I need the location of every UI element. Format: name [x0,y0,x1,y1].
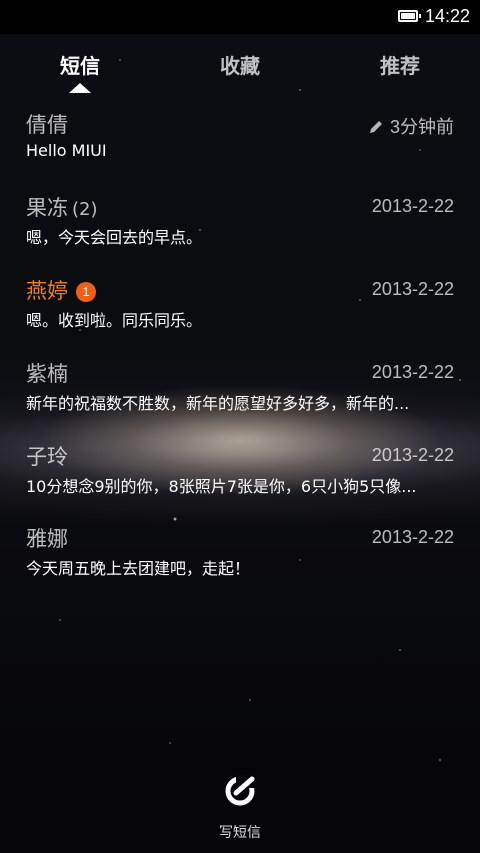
conversation-time: 2013-2-22 [371,362,454,382]
compose-label: 写短信 [219,825,261,841]
message-snippet: 嗯，今天会回去的早点。 [26,228,203,247]
conversation-item[interactable]: 子玲 2013-2-22 10分想念9别的你，8张照片7张是你，6只小狗5只像.… [26,441,454,511]
conversation-time-text: 3分钟前 [389,117,454,137]
conversation-item[interactable]: 倩倩 3分钟前 Hello MIUI [26,109,454,179]
conversation-item[interactable]: 紫楠 2013-2-22 新年的祝福数不胜数，新年的愿望好多好多，新年的... [26,358,454,428]
contact-name: 燕婷 [26,279,68,303]
conversation-time: 2013-2-22 [371,445,454,465]
tab-favorites[interactable]: 收藏 [220,50,260,79]
unread-badge: 1 [76,282,96,302]
battery-full-icon [398,10,421,22]
contact-name: 果冻 [26,196,68,220]
message-snippet: Hello MIUI [26,141,107,160]
contact-name: 雅娜 [26,527,68,551]
conversation-time: 2013-2-22 [371,527,454,547]
conversation-time: 2013-2-22 [371,279,454,299]
tab-messages[interactable]: 短信 [60,50,100,79]
message-snippet: 10分想念9别的你，8张照片7张是你，6只小狗5只像... [26,477,417,496]
status-time: 14:22 [425,6,471,26]
message-snippet: 新年的祝福数不胜数，新年的愿望好多好多，新年的... [26,394,410,413]
pencil-icon [369,121,382,133]
active-tab-indicator [69,83,91,93]
compose-button[interactable]: 写短信 [0,770,480,850]
message-snippet: 今天周五晚上去团建吧，走起！ [26,559,251,578]
contact-name: 子玲 [26,445,68,469]
contact-name: 倩倩 [26,113,68,137]
compose-icon [225,774,256,806]
message-snippet: 嗯。收到啦。同乐同乐。 [26,311,203,330]
status-bar: 14:22 [0,0,480,34]
conversation-item[interactable]: 果冻 (2) 2013-2-22 嗯，今天会回去的早点。 [26,192,454,262]
conversation-time: 3分钟前 [368,113,454,139]
contact-name-row: 果冻 (2) [26,192,98,222]
tab-bar: 短信 收藏 推荐 [0,34,480,96]
tab-recommended[interactable]: 推荐 [380,50,420,79]
contact-name-row: 燕婷 1 [26,275,96,305]
conversation-item[interactable]: 雅娜 2013-2-22 今天周五晚上去团建吧，走起！ [26,523,454,593]
conversation-item[interactable]: 燕婷 1 2013-2-22 嗯。收到啦。同乐同乐。 [26,275,454,345]
conversation-time: 2013-2-22 [371,196,454,216]
contact-name: 紫楠 [26,362,68,386]
message-count: (2) [72,199,98,220]
